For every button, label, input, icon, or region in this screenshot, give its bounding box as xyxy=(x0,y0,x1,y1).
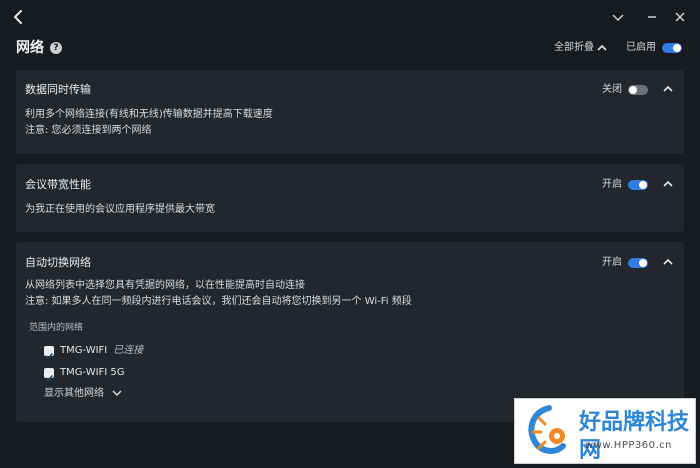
chevron-up-icon[interactable] xyxy=(662,256,674,268)
watermark-url: www.HPP360.cn xyxy=(585,440,672,451)
toggle-knob xyxy=(639,181,647,189)
card-title: 自动切换网络 xyxy=(25,256,91,269)
card-description: 为我正在使用的会议应用程序提供最大带宽 xyxy=(25,204,215,215)
network-name: TMG-WIFI xyxy=(60,345,108,356)
state-label: 开启 xyxy=(602,257,622,268)
card-description: 利用多个网络连接(有线和无线)传输数据并提高下载速度 xyxy=(25,109,273,120)
toggle-knob xyxy=(629,86,637,94)
network-item: TMG-WIFI 已连接 xyxy=(60,344,143,358)
title-bar xyxy=(0,0,700,34)
show-more-label: 显示其他网络 xyxy=(44,388,104,399)
watermark-logo: 好品牌科技网 www.HPP360.cn xyxy=(514,398,696,464)
card-meeting-bandwidth: 会议带宽性能 开启 为我正在使用的会议应用程序提供最大带宽 xyxy=(16,164,684,232)
card-title: 数据同时传输 xyxy=(25,83,91,96)
page-header: 网络 ? 全部折叠 已启用 xyxy=(16,38,686,60)
card-note: 注意: 如果多人在同一频段内进行电话会议，我们还会自动将您切换到另一个 Wi-F… xyxy=(25,296,412,307)
simultaneous-transfer-toggle[interactable] xyxy=(628,85,648,95)
network-item: TMG-WIFI 5G xyxy=(60,366,125,380)
network-name: TMG-WIFI 5G xyxy=(60,367,125,378)
card-auto-switch: 自动切换网络 开启 从网络列表中选择您具有凭据的网络，以在性能提高时自动连接 注… xyxy=(16,242,684,422)
master-toggle[interactable] xyxy=(662,43,682,53)
page-title: 网络 xyxy=(16,40,44,56)
meeting-bandwidth-toggle[interactable] xyxy=(628,180,648,190)
close-icon[interactable] xyxy=(672,9,688,25)
state-label: 开启 xyxy=(602,179,622,190)
chevron-up-icon[interactable] xyxy=(662,178,674,190)
auto-switch-toggle[interactable] xyxy=(628,258,648,268)
collapse-all-button[interactable]: 全部折叠 xyxy=(554,40,594,56)
network-status: 已连接 xyxy=(113,345,144,356)
help-icon[interactable]: ? xyxy=(50,42,62,54)
chevron-up-icon[interactable] xyxy=(596,42,608,54)
network-checkbox[interactable] xyxy=(44,346,54,360)
chevron-up-icon[interactable] xyxy=(662,83,674,95)
watermark-brand: 好品牌科技网 xyxy=(579,410,690,463)
card-note: 注意: 您必须连接到两个网络 xyxy=(25,125,152,136)
enabled-label: 已启用 xyxy=(626,42,656,53)
card-title: 会议带宽性能 xyxy=(25,178,91,191)
card-description: 从网络列表中选择您具有凭据的网络，以在性能提高时自动连接 xyxy=(25,280,305,291)
network-checkbox[interactable] xyxy=(44,368,54,382)
state-label: 关闭 xyxy=(602,84,622,95)
chevron-down-icon xyxy=(112,390,122,397)
chevron-down-icon[interactable] xyxy=(610,9,626,25)
brand-logo-icon xyxy=(528,405,566,454)
networks-heading: 范围内的网络 xyxy=(29,323,84,333)
toggle-knob xyxy=(639,259,647,267)
show-other-networks-button[interactable]: 显示其他网络 xyxy=(44,387,123,401)
card-simultaneous-transfer: 数据同时传输 关闭 利用多个网络连接(有线和无线)传输数据并提高下载速度 注意:… xyxy=(16,70,684,154)
back-arrow-icon[interactable] xyxy=(10,8,28,26)
minimize-icon[interactable] xyxy=(644,9,660,25)
checkmark-icon xyxy=(45,352,54,360)
checkmark-icon xyxy=(45,374,54,382)
toggle-knob xyxy=(673,44,681,52)
